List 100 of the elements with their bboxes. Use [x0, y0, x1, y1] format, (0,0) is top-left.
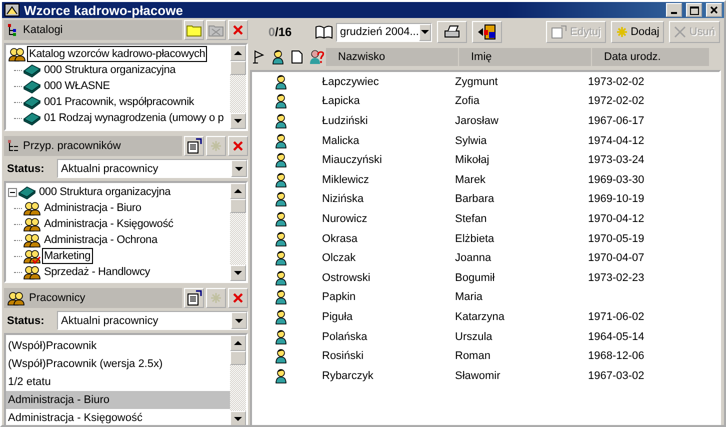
tree-item[interactable]: 000 WŁASNE [42, 78, 112, 94]
column-header[interactable]: Imię [459, 48, 591, 66]
properties-icon [550, 25, 567, 39]
person-icon [273, 132, 289, 149]
tree-item[interactable]: 000 Struktura organizacyjna [42, 62, 178, 78]
up-arrow-icon [234, 341, 242, 345]
list-item[interactable]: (Współ)Pracownik [6, 337, 230, 355]
scrollbar[interactable] [230, 45, 246, 129]
person-icon [273, 250, 289, 266]
folder-delete-button[interactable] [206, 20, 226, 40]
person-icon [273, 270, 289, 286]
table-cell-text: Malicka [321, 134, 360, 147]
list-item[interactable]: (Współ)Pracownik (wersja 2.5x) [6, 355, 230, 373]
dropdown-arrow-icon [235, 318, 243, 322]
delete-button[interactable] [228, 20, 248, 40]
panel-title: Przyp. pracowników [23, 140, 121, 152]
table-cell-text: Piguła [321, 310, 354, 323]
list-item[interactable]: 1/2 etatu [6, 373, 230, 391]
scroll-up-button[interactable] [230, 45, 246, 61]
folder-icon [186, 23, 202, 37]
delete-icon [232, 140, 244, 152]
table-cell-text: Jarosław [454, 114, 500, 127]
dropdown-arrow-icon [420, 30, 429, 34]
collapse-button[interactable] [8, 188, 17, 196]
person-icon [273, 348, 289, 364]
maximize-icon [690, 6, 698, 14]
table-cell-text: Łapicka [321, 95, 361, 108]
tree-item[interactable]: Administracja - Ochrona [42, 232, 160, 248]
maximize-button[interactable] [686, 3, 702, 17]
scrollbar[interactable] [230, 335, 246, 425]
tree-item[interactable]: Administracja - Księgowość [42, 216, 176, 232]
period-dropdown[interactable]: grudzień 2004... [336, 22, 432, 42]
table-cell-text: Miauczyński [321, 154, 383, 166]
window-title: Wzorce kadrowo-płacowe [24, 2, 184, 18]
cross-icon [674, 26, 686, 38]
tree-item[interactable]: 000 Struktura organizacyjna [37, 184, 173, 200]
column-header[interactable]: Data urodz. [592, 48, 709, 66]
properties-button[interactable] [184, 288, 204, 308]
table-cell-text: Bogumił [454, 272, 496, 284]
scroll-down-button[interactable] [230, 113, 246, 129]
close-button[interactable] [706, 3, 722, 17]
new-folder-button[interactable] [184, 20, 204, 40]
table-cell-text: 1974-04-12 [587, 134, 646, 147]
list-item[interactable]: Administracja - Biuro [6, 391, 230, 409]
add-button[interactable]: Dodaj [610, 21, 664, 43]
status-dropdown[interactable]: Aktualni pracownicy [57, 311, 248, 330]
close-icon [710, 6, 718, 14]
table-cell-text: 1973-03-24 [587, 154, 646, 166]
status-label: Status: [7, 314, 46, 326]
scroll-down-button[interactable] [230, 411, 246, 425]
print-button[interactable] [437, 21, 467, 43]
scrollbar[interactable] [230, 183, 246, 281]
person-icon [273, 172, 289, 188]
list-item[interactable]: Administracja - Księgowość [6, 409, 230, 425]
person-icon [273, 289, 289, 306]
delete-button[interactable] [228, 288, 248, 308]
table-cell-text: Papkin [321, 291, 357, 304]
table-cell-text: Zygmunt [454, 76, 499, 88]
table-cell-text: 1973-02-23 [587, 272, 646, 284]
tree-item[interactable]: Marketing [42, 248, 92, 264]
table-cell-text: 1967-03-02 [587, 370, 646, 382]
properties-button[interactable] [184, 136, 204, 156]
scroll-up-button[interactable] [230, 183, 246, 199]
tree-item[interactable]: Administracja - Biuro [42, 200, 144, 216]
table-cell-text: Urszula [454, 330, 494, 343]
table-cell-text: Okrasa [321, 232, 358, 245]
tree-item[interactable]: Katalog wzorców kadrowo-płacowych [27, 46, 208, 62]
tree-item[interactable]: Sprzedaż - Handlowcy [42, 264, 152, 280]
scroll-thumb[interactable] [230, 199, 246, 213]
export-button[interactable] [472, 21, 502, 43]
tree-icon [7, 139, 19, 153]
folder-cross-icon [208, 23, 224, 37]
scroll-up-button[interactable] [230, 335, 246, 351]
delete-button[interactable] [228, 136, 248, 156]
column-header[interactable]: Nazwisko [326, 48, 458, 66]
scroll-thumb[interactable] [230, 351, 246, 365]
person-icon [273, 152, 289, 168]
table-cell-text: Mikołaj [454, 154, 490, 166]
open-book-icon [315, 25, 333, 39]
minimize-button[interactable] [666, 3, 682, 17]
flag-icon [252, 50, 266, 64]
delete-icon [232, 292, 244, 304]
person-icon [270, 49, 286, 65]
table-cell-text: Marek [454, 174, 487, 186]
scroll-down-button[interactable] [230, 265, 246, 281]
delete-icon [232, 24, 244, 36]
tree-item[interactable]: 01 Rodzaj wynagrodzenia (umowy o p [42, 110, 226, 126]
selected-count: 0 [268, 25, 275, 39]
scroll-thumb[interactable] [230, 61, 246, 75]
table-cell-text: Katarzyna [454, 310, 506, 323]
status-dropdown[interactable]: Aktualni pracownicy [57, 159, 248, 178]
person-icon [273, 230, 289, 247]
page-icon [291, 50, 303, 64]
table-cell-text: Joanna [454, 252, 492, 264]
app-icon [4, 2, 20, 18]
table-cell-text: Elżbieta [454, 232, 496, 245]
person-icon [273, 368, 289, 384]
tree-item[interactable]: 001 Pracownik, współpracownik [42, 94, 196, 110]
panel-title: Katalogi [23, 24, 63, 36]
table-cell-text: 1971-06-02 [587, 310, 646, 323]
